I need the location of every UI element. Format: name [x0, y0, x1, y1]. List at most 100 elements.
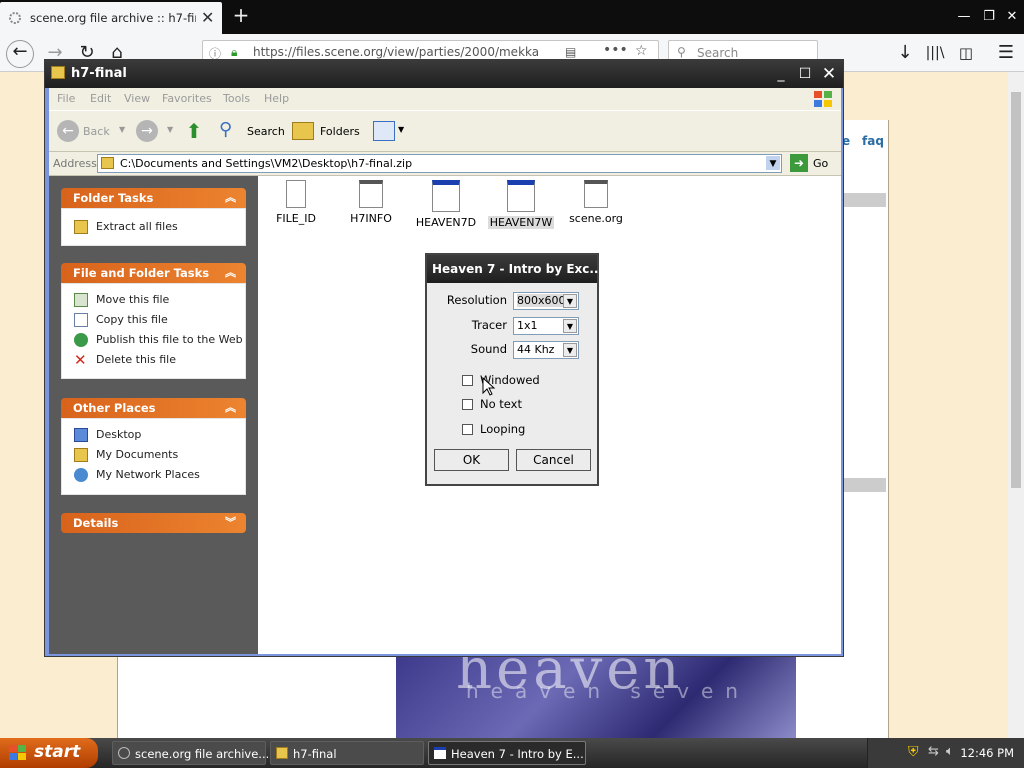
- taskbar-item-heaven7[interactable]: Heaven 7 - Intro by E...: [428, 741, 586, 765]
- reader-view-icon[interactable]: ▤: [565, 45, 576, 59]
- text-file-icon: [286, 180, 306, 208]
- publish-web-icon: [74, 333, 88, 347]
- file-item[interactable]: HEAVEN7D: [411, 180, 481, 229]
- publish-to-web-label: Publish this file to the Web: [96, 333, 243, 346]
- search-icon[interactable]: ⚲: [219, 119, 241, 143]
- scrollbar-thumb[interactable]: [1011, 92, 1021, 488]
- sidebar-icon[interactable]: ◫: [953, 42, 979, 66]
- banner-small-text: heaven seven: [466, 679, 750, 703]
- menu-help[interactable]: Help: [264, 92, 289, 105]
- browser-tab[interactable]: scene.org file archive :: h7-final.zip ✕: [0, 2, 222, 34]
- zip-folder-icon: [276, 747, 288, 759]
- dropdown-arrow-icon[interactable]: ▼: [563, 319, 577, 333]
- ok-button[interactable]: OK: [434, 449, 509, 471]
- folders-icon[interactable]: [292, 122, 314, 140]
- explorer-title-bar[interactable]: h7-final _ ☐ ✕: [45, 60, 843, 88]
- file-item[interactable]: FILE_ID: [261, 180, 331, 225]
- taskbar-item-label: h7-final: [293, 747, 337, 761]
- expand-chevron-icon[interactable]: ︾: [225, 514, 236, 530]
- maximize-window-icon[interactable]: ☐: [795, 64, 815, 84]
- zip-folder-icon: [51, 66, 65, 79]
- details-header[interactable]: Details ︾: [61, 513, 246, 533]
- no-text-checkbox[interactable]: [462, 399, 473, 410]
- menu-favorites[interactable]: Favorites: [162, 92, 212, 105]
- windows-logo-icon: [814, 91, 832, 107]
- resolution-select[interactable]: 800x600 ▼: [513, 292, 579, 310]
- sound-select[interactable]: 44 Khz ▼: [513, 341, 579, 359]
- bookmark-star-icon[interactable]: ☆: [635, 43, 648, 59]
- views-dropdown-icon[interactable]: ▼: [398, 125, 404, 134]
- file-item[interactable]: H7INFO: [336, 180, 406, 225]
- downloads-icon[interactable]: ↓: [892, 42, 918, 66]
- page-actions-icon[interactable]: •••: [603, 42, 628, 58]
- back-dropdown-icon[interactable]: ▼: [119, 125, 125, 134]
- file-folder-tasks-header[interactable]: File and Folder Tasks ︽: [61, 263, 246, 283]
- my-network-places-label: My Network Places: [96, 468, 200, 481]
- dropdown-arrow-icon[interactable]: ▼: [563, 294, 577, 308]
- forward-dropdown-icon[interactable]: ▼: [167, 125, 173, 134]
- file-item[interactable]: scene.org: [561, 180, 631, 225]
- minimize-browser-icon[interactable]: —: [950, 6, 978, 28]
- page-bar: [842, 478, 886, 492]
- search-icon: ⚲: [677, 45, 686, 59]
- new-tab-icon[interactable]: +: [231, 3, 251, 27]
- desktop-icon: [74, 428, 88, 442]
- details-title: Details: [73, 516, 119, 530]
- close-window-icon[interactable]: ✕: [819, 64, 839, 84]
- menu-icon[interactable]: ☰: [993, 42, 1019, 66]
- dialog-title-bar[interactable]: Heaven 7 - Intro by Exc...: [427, 255, 603, 283]
- views-icon[interactable]: [373, 121, 395, 141]
- search-button-label[interactable]: Search: [247, 125, 285, 138]
- copy-this-file-label: Copy this file: [96, 313, 168, 326]
- forward-icon[interactable]: →: [136, 120, 158, 142]
- extract-icon: [74, 220, 88, 234]
- windowed-checkbox[interactable]: [462, 375, 473, 386]
- back-button-label[interactable]: Back: [83, 125, 110, 138]
- volume-icon[interactable]: 🔈︎: [946, 744, 954, 759]
- menu-edit[interactable]: Edit: [90, 92, 111, 105]
- back-icon[interactable]: ←: [57, 120, 79, 142]
- folders-button-label[interactable]: Folders: [320, 125, 360, 138]
- nfo-file-icon: [359, 180, 383, 208]
- taskbar-item-firefox[interactable]: scene.org file archive...: [112, 741, 269, 765]
- menu-file[interactable]: File: [57, 92, 75, 105]
- tracer-select[interactable]: 1x1 ▼: [513, 317, 579, 335]
- cancel-button[interactable]: Cancel: [516, 449, 591, 471]
- file-item-selected[interactable]: HEAVEN7W: [486, 180, 556, 229]
- taskbar-item-h7-final[interactable]: h7-final: [270, 741, 424, 765]
- resolution-value: 800x600: [517, 294, 566, 307]
- start-label: start: [34, 742, 81, 762]
- sound-label: Sound: [470, 342, 507, 356]
- other-places-body: Desktop My Documents My Network Places: [61, 418, 246, 495]
- go-arrow-icon[interactable]: ➜: [790, 154, 808, 172]
- page-scrollbar[interactable]: [1008, 72, 1024, 738]
- minimize-window-icon[interactable]: _: [771, 64, 791, 84]
- start-button[interactable]: start: [0, 738, 98, 768]
- collapse-chevron-icon[interactable]: ︽: [225, 399, 236, 415]
- security-shield-icon[interactable]: ⛨: [908, 744, 919, 760]
- address-field[interactable]: C:\Documents and Settings\VM2\Desktop\h7…: [97, 154, 782, 173]
- scene-org-favicon-icon: [9, 12, 21, 24]
- folder-tasks-panel: Folder Tasks ︽ Extract all files: [61, 188, 246, 246]
- go-button-label[interactable]: Go: [813, 157, 828, 170]
- dropdown-arrow-icon[interactable]: ▼: [563, 343, 577, 357]
- menu-view[interactable]: View: [124, 92, 150, 105]
- looping-label[interactable]: Looping: [480, 422, 525, 436]
- collapse-chevron-icon[interactable]: ︽: [225, 189, 236, 205]
- no-text-label[interactable]: No text: [480, 397, 522, 411]
- back-arrow-icon[interactable]: ←: [6, 40, 34, 68]
- other-places-header[interactable]: Other Places ︽: [61, 398, 246, 418]
- close-tab-icon[interactable]: ✕: [201, 8, 214, 27]
- up-folder-icon[interactable]: ⬆: [183, 119, 205, 143]
- address-dropdown-icon[interactable]: ▼: [765, 155, 781, 171]
- collapse-chevron-icon[interactable]: ︽: [225, 264, 236, 280]
- network-icon[interactable]: ⇆: [928, 744, 939, 759]
- folder-tasks-header[interactable]: Folder Tasks ︽: [61, 188, 246, 208]
- menu-tools[interactable]: Tools: [223, 92, 250, 105]
- explorer-title: h7-final: [71, 66, 127, 81]
- heaven7-config-dialog: Heaven 7 - Intro by Exc... Resolution 80…: [425, 253, 603, 486]
- library-icon[interactable]: |||\: [922, 42, 948, 66]
- close-browser-icon[interactable]: ✕: [998, 6, 1024, 28]
- looping-checkbox[interactable]: [462, 424, 473, 435]
- page-nav-link-faq[interactable]: faq: [862, 134, 884, 148]
